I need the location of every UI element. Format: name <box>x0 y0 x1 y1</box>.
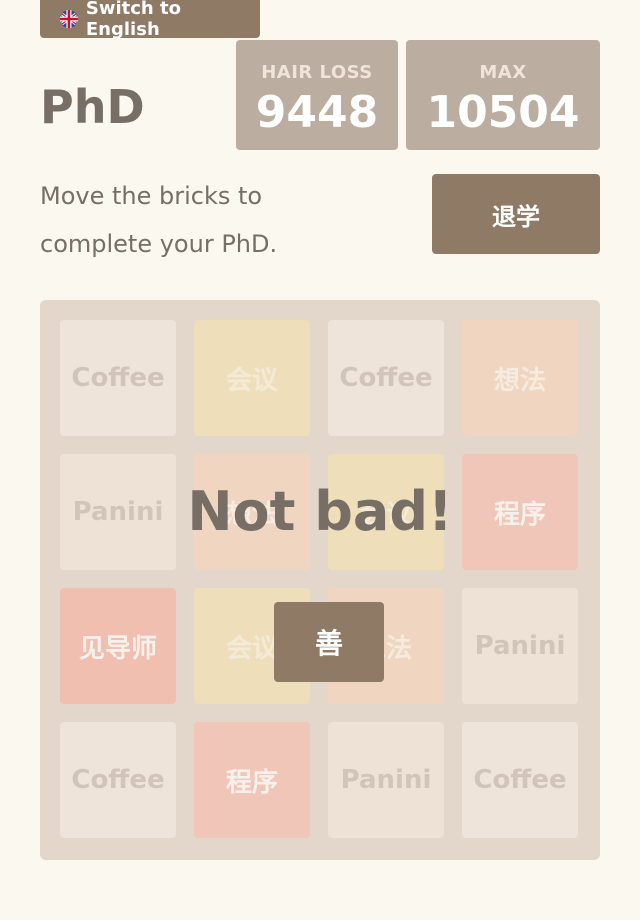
hair-loss-score-box: HAIR LOSS 9448 <box>236 40 398 150</box>
switch-language-button[interactable]: Switch to English <box>40 0 260 40</box>
intro-line-2: complete your PhD. <box>40 230 278 258</box>
max-score-value: 10504 <box>426 87 580 138</box>
quit-button[interactable]: 退学 <box>432 174 600 254</box>
game-title: PhD <box>40 80 145 134</box>
intro-line-1: Move the bricks to <box>40 182 263 210</box>
uk-flag-icon <box>60 10 78 28</box>
game-over-message: Not bad! <box>187 480 453 543</box>
game-intro: Move the bricks to complete your PhD. <box>40 172 360 268</box>
game-over-overlay: Not bad! 善 <box>40 300 600 860</box>
max-score-box: MAX 10504 <box>406 40 600 150</box>
retry-button[interactable]: 善 <box>274 602 384 682</box>
hair-loss-value: 9448 <box>255 87 379 138</box>
hair-loss-label: HAIR LOSS <box>261 62 373 83</box>
switch-language-label: Switch to English <box>85 0 181 40</box>
max-score-label: MAX <box>479 62 527 83</box>
